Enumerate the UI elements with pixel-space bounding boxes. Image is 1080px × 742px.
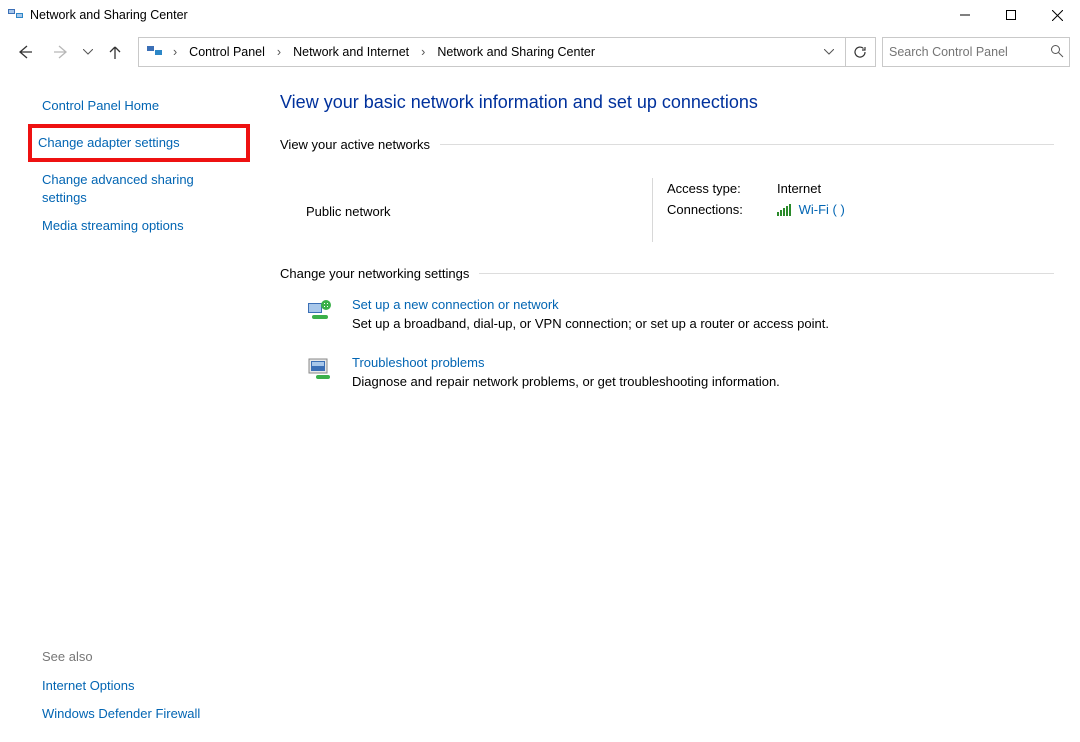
search-box[interactable] xyxy=(882,37,1070,67)
see-also-heading: See also xyxy=(38,645,244,672)
active-network-row: Public network Access type: Internet Con… xyxy=(280,158,1054,266)
breadcrumb-control-panel[interactable]: Control Panel xyxy=(183,38,271,66)
sidebar-advanced-sharing[interactable]: Change advanced sharing settings xyxy=(38,166,244,212)
change-settings-label: Change your networking settings xyxy=(280,266,469,281)
access-type-value: Internet xyxy=(777,181,821,196)
address-dropdown[interactable] xyxy=(815,38,843,66)
connections-label: Connections: xyxy=(667,202,755,219)
refresh-button[interactable] xyxy=(845,38,873,66)
troubleshoot-link[interactable]: Troubleshoot problems xyxy=(352,355,484,370)
connection-icon xyxy=(306,297,334,325)
sidebar-defender-firewall[interactable]: Windows Defender Firewall xyxy=(38,700,244,728)
active-networks-label: View your active networks xyxy=(280,137,430,152)
sidebar-internet-options[interactable]: Internet Options xyxy=(38,672,244,700)
chevron-right-icon[interactable]: › xyxy=(273,38,285,66)
minimize-button[interactable] xyxy=(942,0,988,30)
chevron-right-icon[interactable]: › xyxy=(417,38,429,66)
main-content: View your basic network information and … xyxy=(250,88,1060,742)
access-type-label: Access type: xyxy=(667,181,755,196)
divider xyxy=(652,178,653,242)
setup-connection-desc: Set up a broadband, dial-up, or VPN conn… xyxy=(352,316,829,331)
location-icon xyxy=(147,44,163,60)
close-button[interactable] xyxy=(1034,0,1080,30)
change-settings-heading: Change your networking settings xyxy=(280,266,1054,281)
breadcrumb-network-sharing[interactable]: Network and Sharing Center xyxy=(431,38,601,66)
setup-connection-link[interactable]: Set up a new connection or network xyxy=(352,297,559,312)
troubleshoot-desc: Diagnose and repair network problems, or… xyxy=(352,374,780,389)
troubleshoot-icon xyxy=(306,355,334,383)
app-icon xyxy=(8,7,24,23)
search-input[interactable] xyxy=(889,45,1050,59)
option-troubleshoot: Troubleshoot problems Diagnose and repai… xyxy=(280,345,1054,403)
titlebar: Network and Sharing Center xyxy=(0,0,1080,30)
breadcrumb-network-internet[interactable]: Network and Internet xyxy=(287,38,415,66)
active-networks-heading: View your active networks xyxy=(280,137,1054,152)
network-type: Public network xyxy=(306,178,652,242)
up-button[interactable] xyxy=(98,37,132,67)
sidebar-home[interactable]: Control Panel Home xyxy=(38,92,244,120)
option-setup-connection: Set up a new connection or network Set u… xyxy=(280,287,1054,345)
back-button[interactable] xyxy=(8,37,42,67)
page-title: View your basic network information and … xyxy=(280,92,1054,113)
window-title: Network and Sharing Center xyxy=(30,8,188,22)
forward-button xyxy=(44,37,78,67)
sidebar-change-adapter[interactable]: Change adapter settings xyxy=(38,130,242,156)
sidebar-media-streaming[interactable]: Media streaming options xyxy=(38,212,244,240)
maximize-button[interactable] xyxy=(988,0,1034,30)
chevron-right-icon[interactable]: › xyxy=(169,38,181,66)
sidebar: Control Panel Home Change adapter settin… xyxy=(20,88,250,742)
highlighted-link: Change adapter settings xyxy=(28,124,250,162)
address-bar[interactable]: › Control Panel › Network and Internet ›… xyxy=(138,37,876,67)
recent-dropdown[interactable] xyxy=(80,37,96,67)
wifi-signal-icon xyxy=(777,204,791,219)
connection-link[interactable]: Wi-Fi ( ) xyxy=(799,202,845,217)
search-icon[interactable] xyxy=(1050,44,1064,60)
nav-row: › Control Panel › Network and Internet ›… xyxy=(0,30,1080,70)
